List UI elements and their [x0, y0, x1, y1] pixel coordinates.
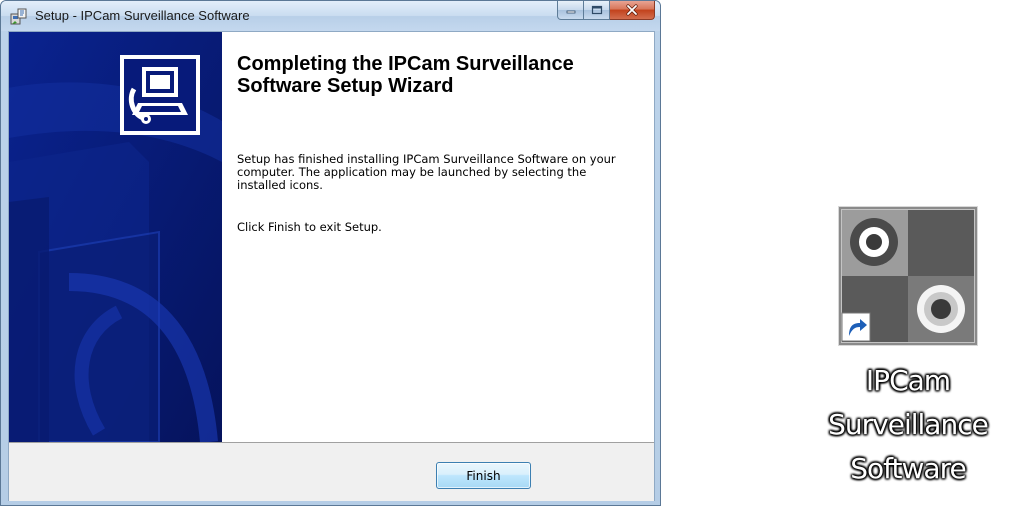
shortcut-label-line: Surveillance: [828, 408, 989, 441]
close-icon: [626, 4, 638, 16]
minimize-button[interactable]: [557, 1, 584, 20]
finish-button[interactable]: Finish: [436, 462, 531, 489]
shortcut-label[interactable]: IPCam Surveillance Software: [808, 359, 1008, 491]
title-bar[interactable]: Setup - IPCam Surveillance Software: [1, 1, 660, 31]
maximize-icon: [591, 5, 602, 15]
wizard-client-area: Completing the IPCam Surveillance Softwa…: [8, 31, 655, 501]
wizard-banner: [9, 32, 222, 442]
close-button[interactable]: [610, 1, 655, 20]
window-title: Setup - IPCam Surveillance Software: [35, 8, 250, 23]
setup-installer-icon[interactable]: [10, 7, 28, 25]
wizard-heading: Completing the IPCam Surveillance Softwa…: [237, 53, 574, 97]
caption-buttons: [557, 1, 655, 21]
shortcut-label-line: IPCam: [865, 364, 951, 397]
computer-install-icon: [120, 55, 200, 135]
maximize-button[interactable]: [584, 1, 610, 20]
setup-window: Setup - IPCam Surveillance Software Comp…: [0, 0, 661, 506]
shortcut-arrow-icon: [841, 312, 871, 342]
exit-instruction: Click Finish to exit Setup.: [237, 220, 382, 234]
completion-message: Setup has finished installing IPCam Surv…: [237, 152, 616, 192]
wizard-button-bar: Finish: [9, 442, 654, 501]
minimize-icon: [566, 10, 575, 14]
desktop-shortcut[interactable]: IPCam Surveillance Software: [808, 204, 1008, 504]
ipcam-app-icon[interactable]: [838, 206, 978, 346]
wizard-content: Completing the IPCam Surveillance Softwa…: [222, 32, 654, 442]
shortcut-label-line: Software: [850, 452, 966, 485]
